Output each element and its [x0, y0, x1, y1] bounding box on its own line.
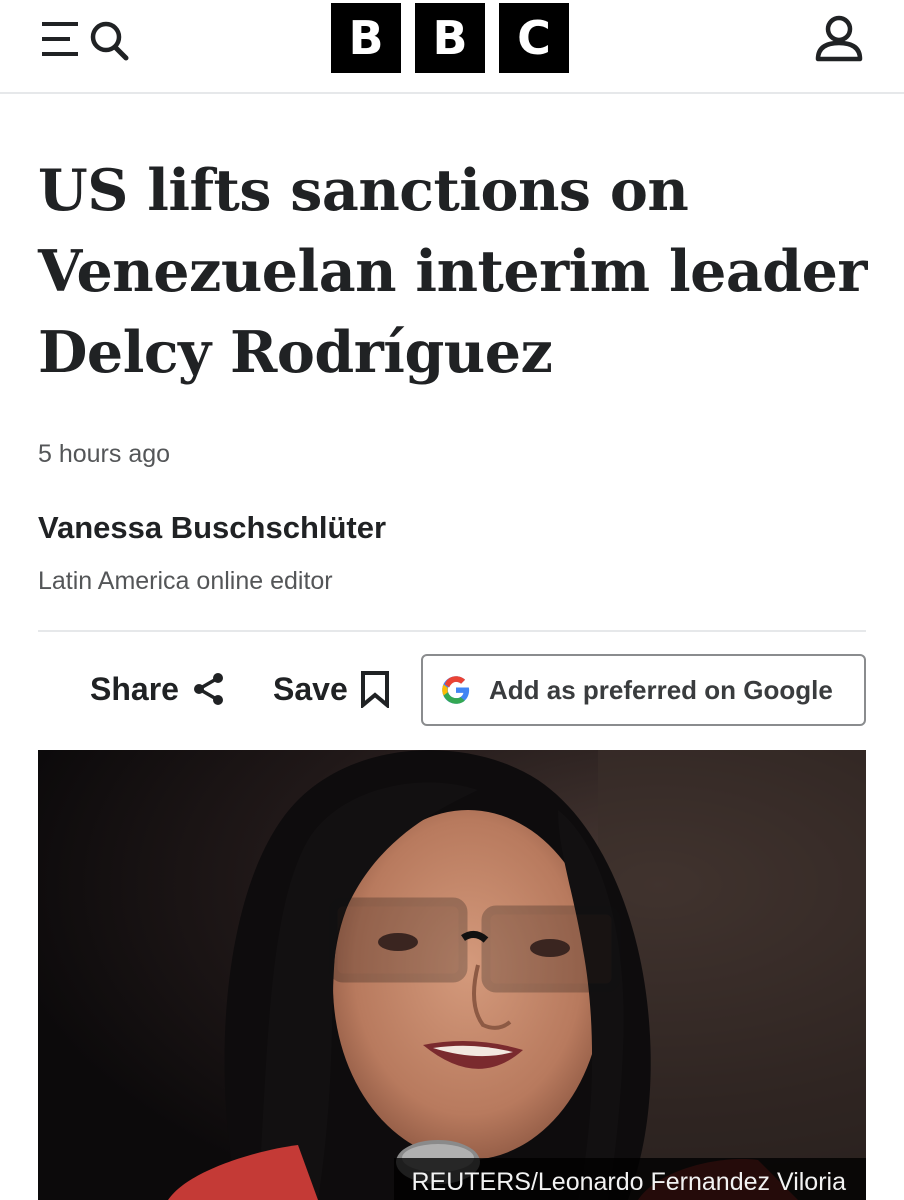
headline-line: Delcy Rodríguez — [38, 319, 553, 386]
logo-letter-b2: B — [415, 3, 485, 73]
search-icon — [90, 21, 129, 61]
account-icon — [815, 15, 863, 62]
save-label: Save — [273, 670, 348, 707]
google-button-label: Add as preferred on Google — [489, 674, 833, 705]
share-icon — [193, 673, 223, 705]
lead-image: REUTERS/Leonardo Fernandez Viloria — [38, 750, 866, 1200]
google-g-icon — [442, 676, 470, 704]
portrait-photo — [38, 750, 866, 1200]
headline-line: Venezuelan interim leader — [38, 238, 867, 305]
save-button[interactable]: Save — [273, 666, 390, 712]
byline-divider — [38, 630, 866, 632]
share-label: Share — [90, 670, 179, 707]
logo-letter-c: C — [499, 3, 569, 73]
add-preferred-google-button[interactable]: Add as preferred on Google — [421, 654, 866, 726]
article-timestamp: 5 hours ago — [38, 440, 171, 468]
bookmark-icon — [360, 671, 389, 708]
image-credit: REUTERS/Leonardo Fernandez Viloria — [393, 1158, 866, 1200]
site-header: B B C — [0, 0, 904, 94]
author-name: Vanessa Buschschlüter — [38, 510, 387, 545]
share-button[interactable]: Share — [90, 666, 227, 712]
logo-letter-b1: B — [331, 3, 401, 73]
headline-line: US lifts sanctions on — [38, 157, 689, 224]
menu-icon — [42, 21, 129, 61]
bbc-logo[interactable]: B B C — [331, 3, 569, 73]
article-headline: US lifts sanctions on Venezuelan interim… — [38, 150, 878, 393]
account-button[interactable] — [812, 12, 866, 66]
menu-search-button[interactable] — [38, 16, 136, 62]
author-role: Latin America online editor — [38, 567, 333, 595]
